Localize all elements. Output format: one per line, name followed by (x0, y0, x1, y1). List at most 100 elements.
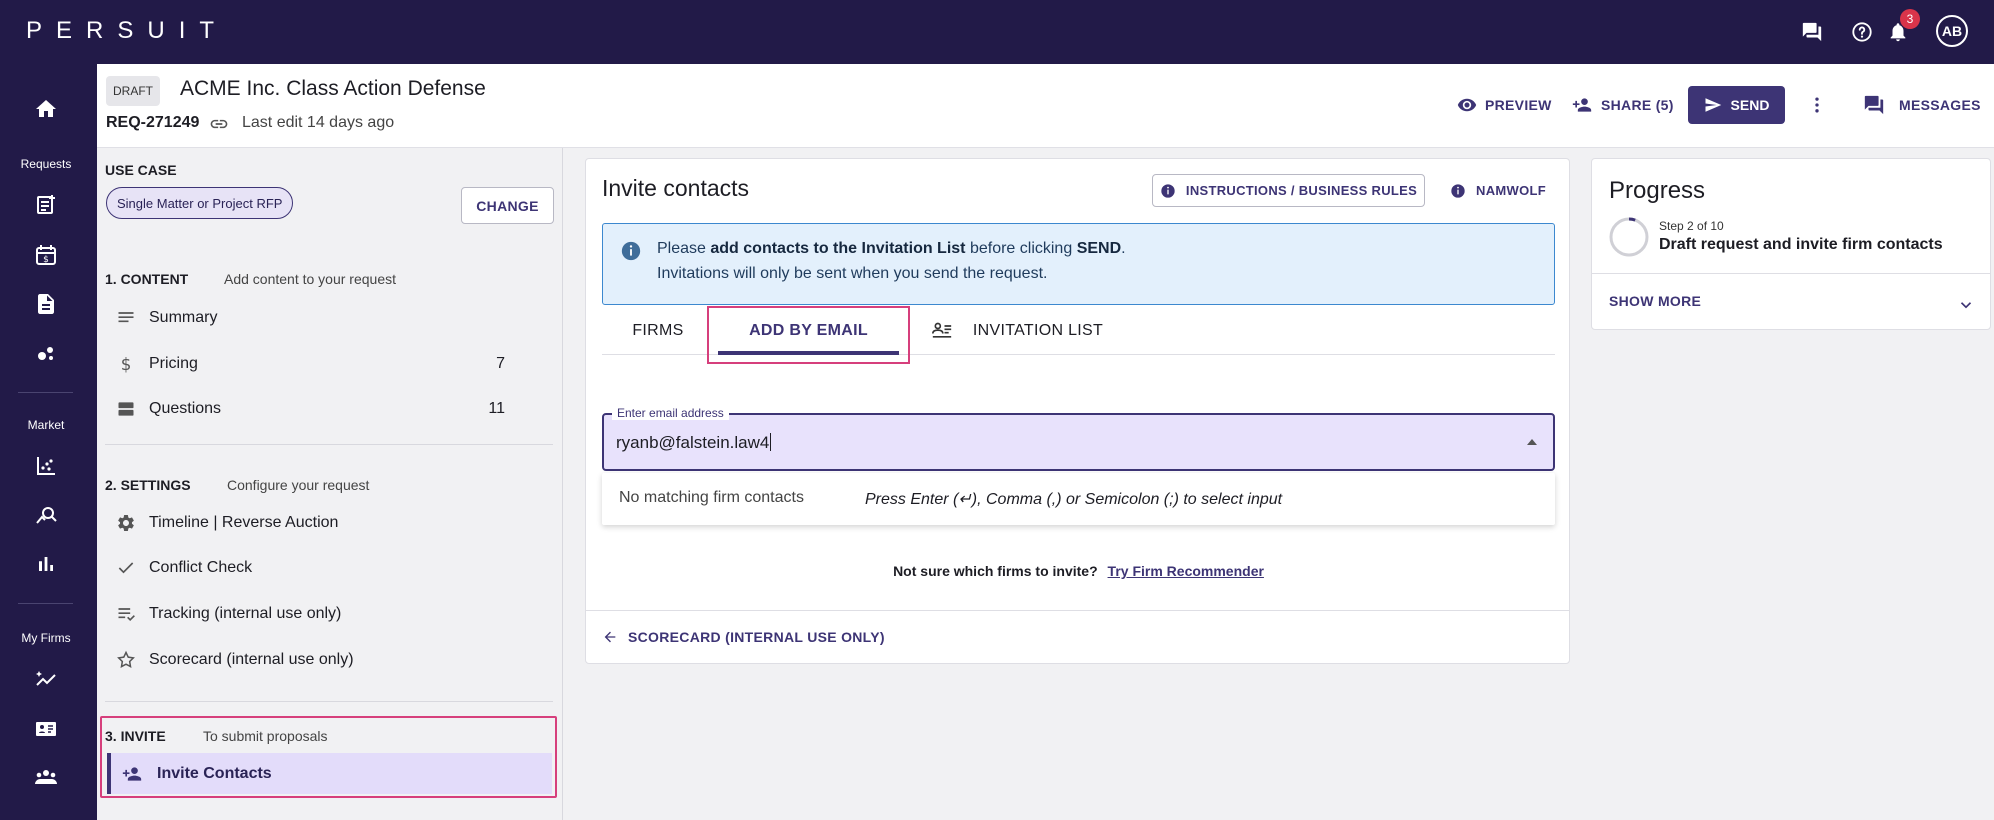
person-add-icon (121, 764, 143, 784)
instructions-label: INSTRUCTIONS / BUSINESS RULES (1185, 183, 1418, 198)
email-input[interactable]: ryanb@falstein.law4 (616, 433, 772, 453)
new-request-icon[interactable] (31, 190, 61, 220)
invite-section-heading: 3. INVITE (105, 728, 166, 744)
more-options-button[interactable] (1807, 86, 1835, 124)
nav-item-label: Tracking (internal use only) (149, 605, 342, 622)
nav-item-label: Conflict Check (149, 559, 253, 576)
document-icon[interactable] (31, 289, 61, 319)
sparkle-trend-icon[interactable] (31, 664, 61, 694)
invite-section-subtitle: To submit proposals (203, 728, 328, 744)
nav-item-conflict-check[interactable]: Conflict Check (115, 550, 535, 586)
nav-item-questions[interactable]: Questions 11 (115, 391, 535, 427)
email-input-value: ryanb@falstein.law4 (616, 433, 770, 452)
messages-button[interactable]: MESSAGES (1863, 86, 1981, 124)
email-input-field[interactable]: Enter email address ryanb@falstein.law4 (602, 406, 1555, 471)
bubbles-icon[interactable] (31, 338, 61, 368)
nav-item-label: Timeline | Reverse Auction (149, 514, 339, 531)
nav-item-summary[interactable]: Summary (115, 300, 535, 336)
bar-chart-icon[interactable] (31, 549, 61, 579)
progress-ring-icon (1609, 217, 1649, 257)
preview-label: PREVIEW (1485, 97, 1552, 113)
tab-invitation-list-label: INVITATION LIST (972, 322, 1104, 339)
back-to-scorecard-link[interactable]: SCORECARD (INTERNAL USE ONLY) (602, 629, 885, 645)
page-title: ACME Inc. Class Action Defense (180, 77, 486, 100)
request-header: DRAFT ACME Inc. Class Action Defense REQ… (97, 64, 1994, 148)
send-label: SEND (1730, 97, 1770, 113)
rail-section-requests: Requests (20, 157, 72, 171)
content-section-subtitle: Add content to your request (224, 271, 396, 287)
instructions-business-rules-button[interactable]: INSTRUCTIONS / BUSINESS RULES (1152, 174, 1425, 207)
nav-item-tracking[interactable]: Tracking (internal use only) (115, 596, 535, 632)
no-match-text: No matching firm contacts (619, 489, 804, 506)
email-input-label: Enter email address (612, 406, 729, 420)
back-link-label: SCORECARD (INTERNAL USE ONLY) (628, 629, 885, 645)
tab-invitation-list[interactable]: INVITATION LIST (922, 307, 1112, 355)
help-icon[interactable] (1848, 18, 1876, 46)
alert-middle: before clicking (969, 240, 1073, 257)
chat-icon[interactable] (1798, 18, 1826, 46)
home-icon[interactable] (31, 94, 61, 124)
messages-label: MESSAGES (1899, 97, 1981, 113)
recommender-question: Not sure which firms to invite? (893, 563, 1098, 579)
info-icon (1161, 183, 1175, 198)
progress-title: Progress (1609, 177, 1706, 204)
info-alert: Please add contacts to the Invitation Li… (602, 223, 1555, 305)
nav-item-label: Pricing (149, 355, 198, 372)
rail-divider (18, 392, 73, 393)
send-button[interactable]: SEND (1688, 86, 1785, 124)
user-avatar[interactable]: AB (1936, 15, 1968, 47)
checkmark-icon (115, 558, 137, 578)
search-insights-icon[interactable] (31, 500, 61, 530)
rail-section-my-firms: My Firms (21, 631, 71, 645)
chat-icon (1864, 95, 1884, 115)
nav-item-label: Questions (149, 400, 222, 417)
settings-section-heading: 2. SETTINGS (105, 477, 191, 493)
checklist-icon (115, 604, 137, 624)
more-vert-icon (1815, 97, 1819, 113)
dropdown-arrow-icon[interactable] (1527, 439, 1537, 445)
nav-item-scorecard[interactable]: Scorecard (internal use only) (115, 642, 535, 678)
progress-divider (1592, 273, 1990, 274)
nav-item-pricing[interactable]: $ Pricing 7 (115, 346, 535, 382)
rail-section-market: Market (27, 418, 65, 432)
dollar-icon: $ (115, 354, 137, 374)
rail-divider (18, 603, 73, 604)
calendar-dollar-icon[interactable]: $ (31, 240, 61, 270)
progress-card: Progress Step 2 of 10 Draft request and … (1591, 158, 1991, 330)
nav-item-invite-contacts[interactable]: Invite Contacts (107, 753, 552, 794)
content-section-heading: 1. CONTENT (105, 271, 189, 287)
share-button[interactable]: SHARE (5) (1571, 86, 1674, 124)
input-hint-text: Press Enter (↵), Comma (,) or Semicolon … (865, 491, 1283, 508)
chevron-down-icon[interactable] (1957, 296, 1975, 314)
preview-button[interactable]: PREVIEW (1457, 86, 1552, 124)
tab-firms[interactable]: FIRMS (618, 307, 698, 355)
persuit-logo[interactable]: PERSUIT (26, 17, 228, 45)
request-id: REQ-271249 (106, 114, 200, 131)
link-icon[interactable] (209, 114, 229, 134)
nav-item-count: 7 (496, 355, 505, 372)
text-caret (770, 433, 772, 451)
gear-icon (115, 513, 137, 533)
last-edit-text: Last edit 14 days ago (242, 114, 395, 131)
alert-prefix: Please (657, 240, 706, 257)
alert-send-emphasis: SEND (1076, 240, 1122, 257)
scatter-chart-icon[interactable] (31, 451, 61, 481)
eye-icon (1457, 98, 1477, 112)
tab-highlight-box (707, 306, 910, 364)
namwolf-button[interactable]: NAMWOLF (1450, 174, 1546, 207)
contact-card-icon[interactable] (31, 714, 61, 744)
alert-suffix: . (1121, 240, 1126, 257)
groups-icon[interactable] (31, 762, 61, 792)
card-title: Invite contacts (602, 175, 750, 201)
section-divider (105, 701, 553, 702)
try-firm-recommender-link[interactable]: Try Firm Recommender (1108, 563, 1264, 579)
alert-emphasis: add contacts to the Invitation List (710, 240, 966, 257)
alert-message: Please add contacts to the Invitation Li… (657, 240, 1126, 258)
change-use-case-button[interactable]: CHANGE (461, 187, 554, 224)
top-bar: PERSUIT 3 AB (0, 0, 1994, 64)
nav-item-timeline[interactable]: Timeline | Reverse Auction (115, 505, 535, 541)
alert-message-line2: Invitations will only be sent when you s… (657, 265, 1048, 282)
section-divider (105, 444, 553, 445)
autocomplete-dropdown: No matching firm contacts Press Enter (↵… (602, 473, 1555, 525)
show-more-button[interactable]: SHOW MORE (1609, 293, 1701, 309)
